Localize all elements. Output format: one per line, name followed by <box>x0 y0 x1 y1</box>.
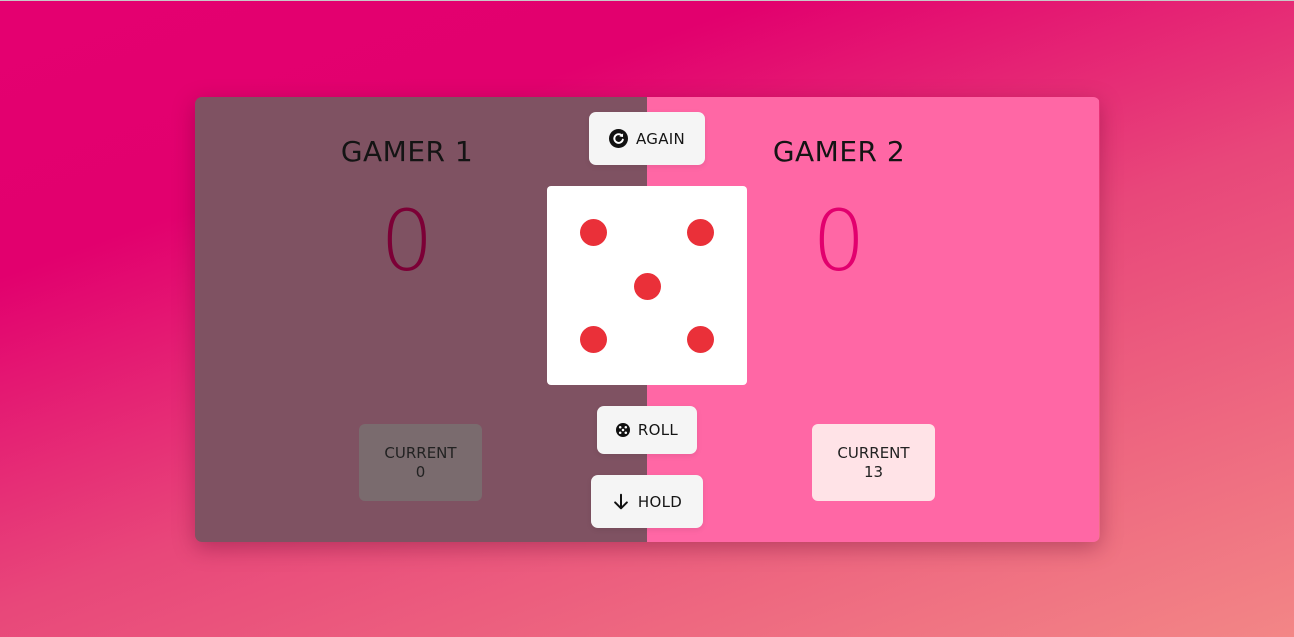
player-2-current-value: 13 <box>863 463 884 481</box>
new-game-button[interactable]: AGAIN <box>589 112 705 165</box>
window-top-border <box>0 0 1294 1</box>
dice-pip <box>580 326 607 353</box>
roll-dice-button[interactable]: ROLL <box>597 406 697 454</box>
dice-pip <box>634 273 661 300</box>
dice-pip <box>580 219 607 246</box>
player-1-name: GAMER 1 <box>340 135 474 168</box>
hold-button[interactable]: HOLD <box>591 475 703 528</box>
player-2-current-box: CURRENT 13 <box>812 424 935 501</box>
roll-dice-label: ROLL <box>637 421 679 439</box>
player-1-current-box: CURRENT 0 <box>359 424 482 501</box>
refresh-icon <box>608 129 628 148</box>
new-game-label: AGAIN <box>635 129 686 148</box>
dice <box>547 186 747 385</box>
player-2-current-label: CURRENT <box>837 444 910 462</box>
dice-icon <box>615 423 630 437</box>
hold-label: HOLD <box>637 492 683 511</box>
arrow-down-icon <box>612 493 630 511</box>
player-1-current-label: CURRENT <box>384 444 457 462</box>
dice-pip <box>687 326 714 353</box>
dice-pip <box>687 219 714 246</box>
player-1-current-value: 0 <box>415 463 426 481</box>
